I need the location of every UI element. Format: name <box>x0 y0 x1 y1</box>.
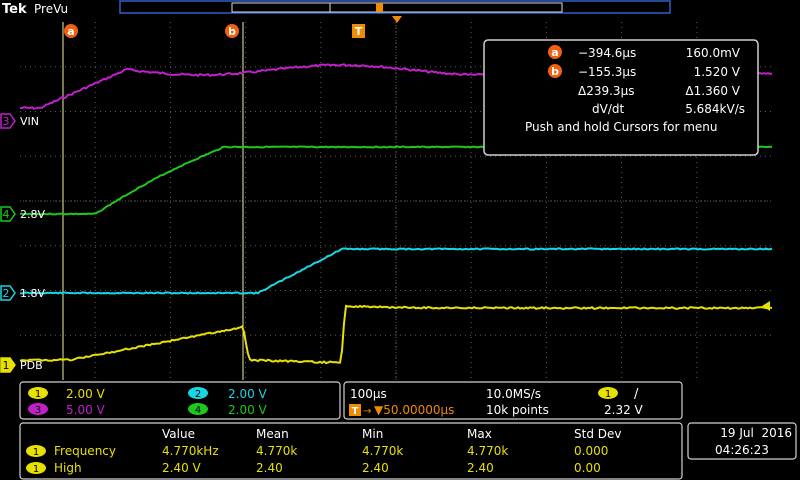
brand-logo: Tek <box>2 2 27 17</box>
ch1-marker[interactable]: 1 PDB <box>0 357 43 373</box>
record-trigger-marker <box>376 3 383 12</box>
svg-text:→: → <box>363 406 371 417</box>
record-view-window[interactable] <box>231 2 563 13</box>
svg-text:4.770k: 4.770k <box>256 444 297 458</box>
ch3-marker[interactable]: 3 VIN <box>0 113 39 129</box>
channel-scale-panel[interactable]: 1 2.00 V 2 2.00 V 3 5.00 V 4 2.00 V <box>19 381 341 420</box>
ch3-label: VIN <box>20 115 39 128</box>
meas-header-value: Value <box>162 427 195 441</box>
svg-text:b: b <box>228 25 236 38</box>
readout-a-icon: a <box>548 45 562 59</box>
svg-text:2: 2 <box>3 287 10 300</box>
cursor-a-marker[interactable]: a <box>64 24 78 38</box>
svg-text:3: 3 <box>3 115 10 128</box>
meas-header-stddev: Std Dev <box>574 427 621 441</box>
svg-text:2.40: 2.40 <box>256 461 283 475</box>
ch3-scale[interactable]: 3 5.00 V <box>28 403 106 417</box>
trigger-level-arrow[interactable] <box>762 301 770 311</box>
readout-dvdt-value: 5.684kV/s <box>685 102 745 116</box>
svg-text:T: T <box>352 406 359 417</box>
readout-dvdt-label: dV/dt <box>592 102 624 116</box>
cursor-b-marker[interactable]: b <box>225 24 239 38</box>
svg-text:2: 2 <box>195 389 201 400</box>
svg-text:2.00 V: 2.00 V <box>228 387 268 401</box>
svg-text:2.40: 2.40 <box>362 461 389 475</box>
readout-hint: Push and hold Cursors for menu <box>525 120 718 134</box>
svg-text:4: 4 <box>195 405 201 416</box>
ch1-scale[interactable]: 1 2.00 V <box>28 387 106 401</box>
trigger-level: 2.32 V <box>604 403 644 417</box>
svg-text:2.00 V: 2.00 V <box>66 387 106 401</box>
readout-b-value: 1.520 V <box>694 65 741 79</box>
readout-a-time: −394.6µs <box>578 46 636 60</box>
date-label: 19 Jul 2016 <box>720 426 792 440</box>
ch2-scale[interactable]: 2 2.00 V <box>188 387 268 401</box>
sample-rate: 10.0MS/s <box>486 387 541 401</box>
measurement-panel[interactable]: Value Mean Min Max Std Dev 1 Frequency 4… <box>19 422 683 480</box>
meas-header-mean: Mean <box>256 427 289 441</box>
svg-text:4.770k: 4.770k <box>467 444 508 458</box>
top-header: Tek PreVu <box>2 0 671 23</box>
svg-text:0.00: 0.00 <box>574 461 601 475</box>
time-label: 04:26:23 <box>715 443 769 457</box>
meas-header-min: Min <box>362 427 383 441</box>
trigger-slope-icon: / <box>634 387 639 402</box>
svg-text:1: 1 <box>33 447 39 458</box>
datetime-panel: 19 Jul 2016 04:26:23 <box>687 422 797 460</box>
acquisition-mode: PreVu <box>34 2 68 16</box>
cursor-readout-panel: a −394.6µs 160.0mV b −155.3µs 1.520 V Δ2… <box>483 39 759 156</box>
trigger-position-icon: T → <box>349 404 371 417</box>
ch4-marker[interactable]: 4 2.8V <box>0 206 45 222</box>
svg-text:Frequency: Frequency <box>54 444 116 458</box>
svg-text:2.40: 2.40 <box>467 461 494 475</box>
svg-text:a: a <box>551 46 558 59</box>
record-length: 10k points <box>486 403 549 417</box>
readout-delta-value: Δ1.360 V <box>685 84 740 98</box>
timebase-panel[interactable]: 100µs 10.0MS/s 1 / T → ▼50.00000µs 10k p… <box>343 381 683 420</box>
time-per-div: 100µs <box>350 387 387 401</box>
svg-text:2.40 V: 2.40 V <box>162 461 202 475</box>
readout-b-time: −155.3µs <box>578 65 636 79</box>
svg-text:T: T <box>355 25 363 38</box>
svg-text:1: 1 <box>605 389 611 400</box>
svg-text:5.00 V: 5.00 V <box>66 403 106 417</box>
ch2-label: 1.8V <box>20 287 45 300</box>
meas-header-max: Max <box>467 427 492 441</box>
ch4-label: 2.8V <box>20 208 45 221</box>
svg-text:4: 4 <box>3 208 10 221</box>
oscilloscope-screen: Tek PreVu a b T 3 VIN 4 2.8V 2 1.8V 1 PD… <box>0 0 797 480</box>
svg-text:3: 3 <box>35 405 41 416</box>
ch4-scale[interactable]: 4 2.00 V <box>188 403 268 417</box>
readout-a-value: 160.0mV <box>686 46 741 60</box>
svg-text:1: 1 <box>33 464 39 475</box>
trigger-point-marker[interactable]: T <box>352 24 365 38</box>
waveform-ch4-2v8 <box>19 145 773 216</box>
svg-text:b: b <box>551 65 559 78</box>
trigger-position: ▼50.00000µs <box>374 403 454 417</box>
svg-text:High: High <box>54 461 82 475</box>
readout-delta-time: Δ239.3µs <box>578 84 634 98</box>
svg-text:1: 1 <box>3 359 10 372</box>
svg-text:2.00 V: 2.00 V <box>228 403 268 417</box>
ch1-label: PDB <box>20 359 43 372</box>
svg-text:0.000: 0.000 <box>574 444 608 458</box>
svg-text:4.770k: 4.770k <box>362 444 403 458</box>
readout-b-icon: b <box>548 64 562 78</box>
ch2-marker[interactable]: 2 1.8V <box>0 285 45 301</box>
trigger-position-arrow[interactable] <box>392 16 402 23</box>
svg-text:4.770kHz: 4.770kHz <box>162 444 219 458</box>
svg-text:a: a <box>67 25 74 38</box>
svg-text:1: 1 <box>35 389 41 400</box>
